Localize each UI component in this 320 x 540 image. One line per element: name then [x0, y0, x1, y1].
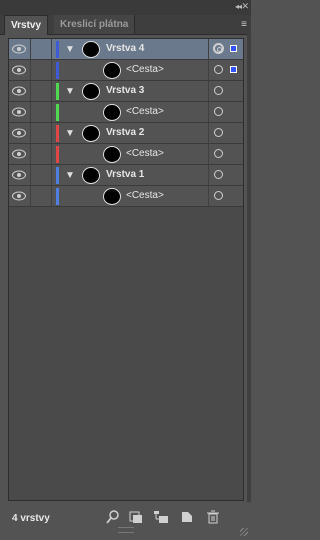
- locate-object-icon[interactable]: [105, 509, 121, 525]
- visibility-eye-icon[interactable]: [12, 170, 26, 180]
- path-row[interactable]: <Cesta>: [9, 144, 243, 165]
- layer-color-indicator: [56, 167, 59, 184]
- target-circle-icon[interactable]: [214, 86, 223, 95]
- close-panel-icon[interactable]: ✕: [241, 1, 249, 12]
- path-thumbnail: [103, 104, 121, 121]
- panel-menu-icon[interactable]: ≡: [241, 19, 247, 30]
- expand-triangle-icon[interactable]: ▼: [65, 128, 75, 139]
- layers-list: ▼ Vrstva 4 <Cesta> ▼ Vrstva 3 <Cesta> ▼ …: [8, 38, 244, 501]
- visibility-eye-icon[interactable]: [12, 128, 26, 138]
- delete-layer-icon[interactable]: [205, 509, 221, 525]
- path-name[interactable]: <Cesta>: [126, 190, 164, 201]
- layer-row-vrstva-1[interactable]: ▼ Vrstva 1: [9, 165, 243, 186]
- layer-name[interactable]: Vrstva 3: [106, 85, 144, 96]
- layer-row-vrstva-3[interactable]: ▼ Vrstva 3: [9, 81, 243, 102]
- resize-grip[interactable]: [118, 527, 134, 533]
- target-circle-icon[interactable]: [214, 149, 223, 158]
- target-circle-icon[interactable]: [214, 191, 223, 200]
- layer-color-indicator: [56, 41, 59, 58]
- visibility-eye-icon[interactable]: [12, 149, 26, 159]
- collapse-panel-icon[interactable]: ◂◂: [235, 2, 242, 11]
- path-row[interactable]: <Cesta>: [9, 102, 243, 123]
- visibility-eye-icon[interactable]: [12, 86, 26, 96]
- path-row[interactable]: <Cesta>: [9, 60, 243, 81]
- create-new-layer-icon[interactable]: [179, 509, 195, 525]
- panel-scrollbar-track[interactable]: [247, 34, 251, 504]
- path-thumbnail: [103, 146, 121, 163]
- layer-color-indicator: [56, 104, 59, 121]
- layer-row-vrstva-2[interactable]: ▼ Vrstva 2: [9, 123, 243, 144]
- layer-color-indicator: [56, 83, 59, 100]
- layer-name[interactable]: Vrstva 2: [106, 127, 144, 138]
- visibility-eye-icon[interactable]: [12, 191, 26, 201]
- resize-corner-icon[interactable]: [240, 528, 248, 536]
- layer-thumbnail: [82, 125, 100, 142]
- tab-bar: Vrstvy Kreslicí plátna ≡: [0, 15, 251, 35]
- layer-count: 4 vrstvy: [12, 513, 50, 524]
- path-row[interactable]: <Cesta>: [9, 186, 243, 207]
- target-circle-icon[interactable]: [214, 170, 223, 179]
- tab-layers[interactable]: Vrstvy: [4, 15, 49, 35]
- tab-artboards[interactable]: Kreslicí plátna: [54, 15, 136, 34]
- path-name[interactable]: <Cesta>: [126, 106, 164, 117]
- target-circle-icon[interactable]: [214, 65, 223, 74]
- visibility-eye-icon[interactable]: [12, 44, 26, 54]
- selection-indicator[interactable]: [230, 45, 237, 52]
- expand-triangle-icon[interactable]: ▼: [65, 170, 75, 181]
- path-thumbnail: [103, 62, 121, 79]
- layer-thumbnail: [82, 41, 100, 58]
- target-circle-icon[interactable]: [213, 43, 224, 54]
- visibility-eye-icon[interactable]: [12, 107, 26, 117]
- target-circle-icon[interactable]: [214, 128, 223, 137]
- panel-title-strip: ◂◂ ✕: [0, 0, 251, 15]
- path-name[interactable]: <Cesta>: [126, 148, 164, 159]
- expand-triangle-icon[interactable]: ▼: [65, 86, 75, 97]
- layer-thumbnail: [82, 167, 100, 184]
- layer-color-indicator: [56, 125, 59, 142]
- layer-thumbnail: [82, 83, 100, 100]
- layer-color-indicator: [56, 188, 59, 205]
- layer-color-indicator: [56, 62, 59, 79]
- target-circle-icon[interactable]: [214, 107, 223, 116]
- expand-triangle-icon[interactable]: ▼: [65, 44, 75, 55]
- layer-row-vrstva-4[interactable]: ▼ Vrstva 4: [9, 39, 243, 60]
- layer-name[interactable]: Vrstva 4: [106, 43, 144, 54]
- make-clipping-mask-icon[interactable]: [128, 509, 144, 525]
- create-sublayer-icon[interactable]: [153, 509, 169, 525]
- path-name[interactable]: <Cesta>: [126, 64, 164, 75]
- selection-indicator[interactable]: [230, 66, 237, 73]
- layer-name[interactable]: Vrstva 1: [106, 169, 144, 180]
- path-thumbnail: [103, 188, 121, 205]
- layer-color-indicator: [56, 146, 59, 163]
- visibility-eye-icon[interactable]: [12, 65, 26, 75]
